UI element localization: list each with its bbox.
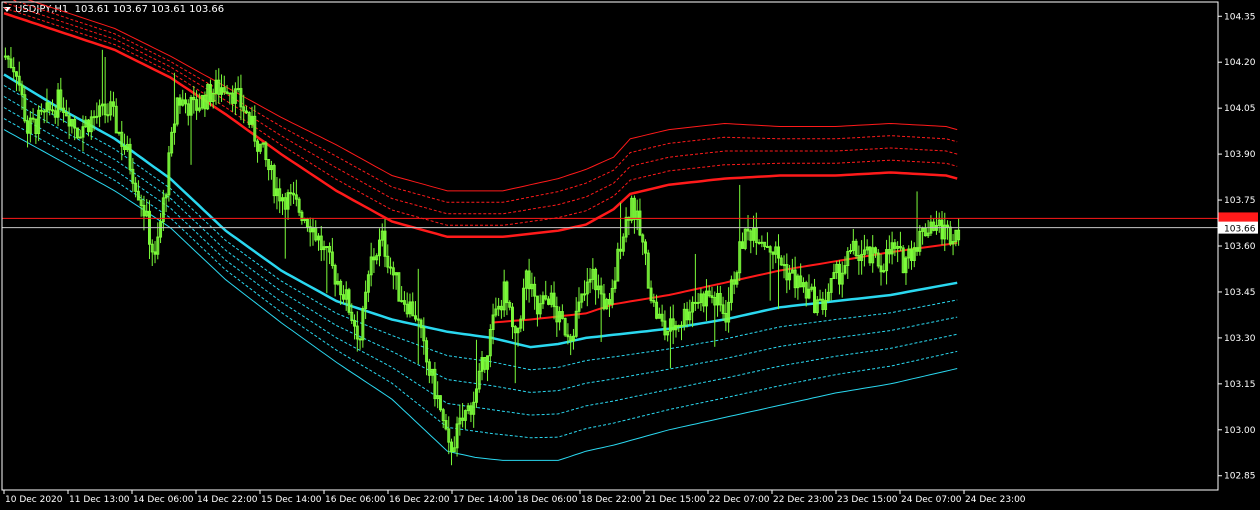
candle-body [680, 324, 683, 327]
current-price-label: 103.66 [1224, 225, 1256, 235]
x-tick-label: 22 Dec 07:00 [709, 495, 770, 505]
price-levels: 103.66 [2, 212, 1258, 235]
x-tick-label: 23 Dec 15:00 [837, 495, 898, 505]
y-tick-label: 103.45 [1224, 288, 1256, 298]
candle-body [765, 245, 769, 248]
candle-body [782, 264, 786, 267]
y-tick-label: 103.15 [1224, 380, 1256, 390]
candle-body [39, 109, 43, 112]
x-tick-label: 21 Dec 15:00 [645, 495, 706, 505]
x-tick-label: 16 Dec 22:00 [389, 495, 450, 505]
candle-body [757, 241, 761, 244]
candle-body [389, 266, 393, 269]
candle-body [325, 246, 329, 249]
x-tick-label: 15 Dec 14:00 [261, 495, 322, 505]
y-tick-label: 103.00 [1224, 426, 1256, 436]
candle-body [3, 55, 7, 58]
lower-band-dashed-line [3, 96, 958, 393]
x-tick-label: 11 Dec 13:00 [69, 495, 130, 505]
y-tick-label: 104.35 [1224, 12, 1256, 22]
candle-body [677, 325, 681, 328]
y-tick-label: 104.20 [1224, 58, 1256, 68]
x-tick-label: 17 Dec 14:00 [453, 495, 514, 505]
x-tick-label: 14 Dec 06:00 [133, 495, 194, 505]
envelope-bands [3, 0, 958, 461]
x-tick-label: 14 Dec 22:00 [197, 495, 258, 505]
candle-body [95, 115, 99, 118]
candle-body [583, 293, 586, 296]
x-tick-label: 24 Dec 23:00 [965, 495, 1026, 505]
candle-body [696, 301, 700, 304]
candle-body [51, 109, 54, 112]
candle-body [358, 338, 362, 341]
candle-body [400, 300, 404, 303]
x-tick-label: 22 Dec 23:00 [773, 495, 834, 505]
candle-body [78, 136, 82, 139]
y-tick-label: 103.30 [1224, 334, 1256, 344]
y-tick-label: 103.90 [1224, 150, 1256, 160]
price-chart[interactable]: 103.66 104.35 104.20 104.05 103.90 103.75 103… [0, 0, 1260, 510]
x-tick-label: 18 Dec 06:00 [517, 495, 578, 505]
lower-band-dashed-line [3, 118, 958, 439]
y-tick-label: 103.75 [1224, 196, 1256, 206]
y-tick-label: 102.85 [1224, 472, 1256, 482]
x-tick-label: 16 Dec 06:00 [325, 495, 386, 505]
axes: 104.35 104.20 104.05 103.90 103.75 103.60 103.… [1, 1, 1256, 505]
candle-body [106, 114, 110, 117]
candles [3, 47, 961, 466]
candle-body [42, 110, 46, 113]
upper-band-dashed-line [3, 7, 958, 226]
candle-body [117, 131, 121, 134]
y-tick-label: 104.05 [1224, 104, 1256, 114]
x-tick-label: 18 Dec 22:00 [581, 495, 642, 505]
candle-body [289, 192, 293, 195]
y-tick-label: 103.60 [1224, 242, 1256, 252]
candle-body [92, 116, 96, 119]
candle-body [760, 241, 764, 244]
x-tick-label: 24 Dec 07:00 [901, 495, 962, 505]
candle-body [236, 88, 240, 91]
candle-body [818, 298, 822, 301]
x-tick-label: 10 Dec 2020 [5, 495, 63, 505]
candle-body [228, 92, 232, 95]
